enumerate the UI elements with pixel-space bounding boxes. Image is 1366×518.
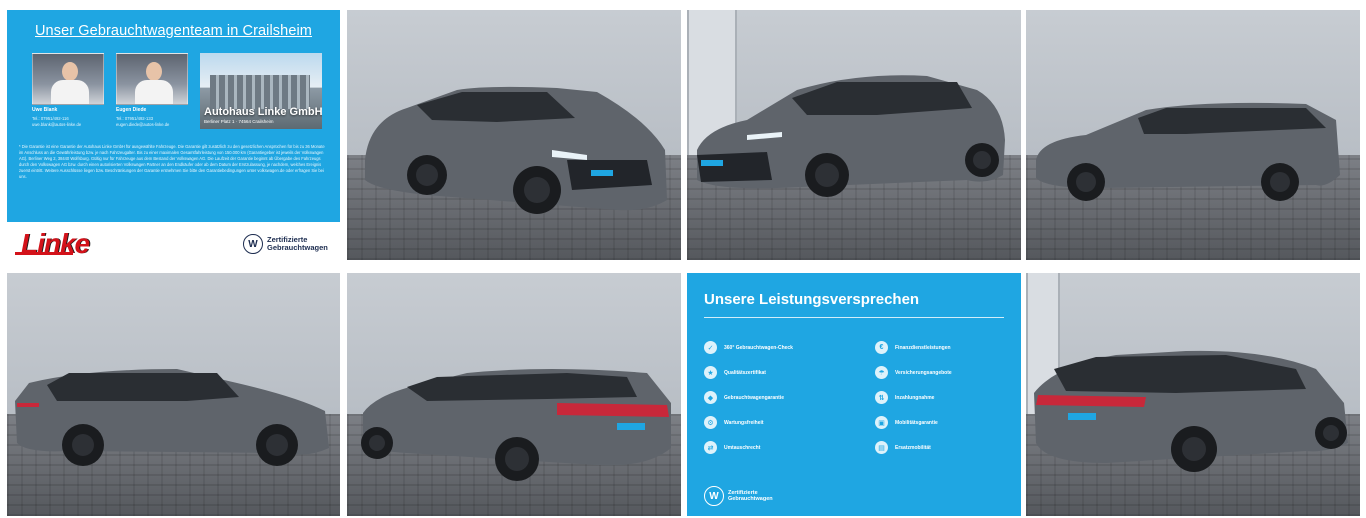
service-item: ★ Qualitätszertifikat <box>704 366 766 379</box>
car-image <box>15 369 329 466</box>
legal-text: * Die Garantie ist eine Garantie der Aut… <box>19 144 325 180</box>
dealer-address: Berliner Platz 1 · 74564 Crailsheim <box>204 119 274 124</box>
promises-heading: Unsere Leistungsversprechen <box>704 291 920 308</box>
person-name-2: Eugen Diede <box>116 107 147 113</box>
vw-logo-icon: W <box>704 486 724 506</box>
team-title: Unser Gebrauchtwagenteam in Crailsheim <box>34 23 312 39</box>
car-photo-side-right[interactable] <box>7 273 340 516</box>
service-item: ⚙ Wartungsfreiheit <box>704 416 764 429</box>
service-promises-tile[interactable]: Unsere Leistungsversprechen ✓ 360° Gebrau… <box>687 273 1021 516</box>
car-image <box>697 75 1005 197</box>
car-photo-front-right[interactable] <box>687 10 1021 260</box>
person-contact-1: Tel.: 07951/492-116 uwe.blank@autos-link… <box>32 116 82 127</box>
finance-icon: € <box>875 341 888 354</box>
mobility-icon: ▣ <box>875 416 888 429</box>
car-photo-rear-right[interactable] <box>1026 273 1360 516</box>
dealer-info-tile[interactable]: Unser Gebrauchtwagenteam in Crailsheim U… <box>7 10 340 260</box>
person-contact-2: Tel.: 07951/492-133 eugen.diede@autos-li… <box>116 116 170 127</box>
vw-certified-badge: W Zertifizierte Gebrauchtwagen <box>704 486 773 506</box>
service-item: ⇄ Umtauschrecht <box>704 441 760 454</box>
insurance-icon: ☂ <box>875 366 888 379</box>
service-item: ⇅ Inzahlungnahme <box>875 391 934 404</box>
car-image <box>361 369 671 481</box>
vw-logo-icon: W <box>243 234 263 254</box>
exchange-icon: ⇄ <box>704 441 717 454</box>
car-image <box>1034 350 1348 472</box>
vw-certified-badge: W Zertifizierte Gebrauchtwagen <box>243 234 328 254</box>
wrench-icon: ⚙ <box>704 416 717 429</box>
dealer-name: Autohaus Linke GmbH <box>204 106 322 118</box>
service-item: ✓ 360° Gebrauchtwagen-Check <box>704 341 793 354</box>
person-photo-2 <box>116 53 188 105</box>
linke-logo: Linke <box>15 228 90 260</box>
divider <box>704 317 1004 318</box>
person-name-1: Uwe Blank <box>32 107 58 113</box>
certificate-icon: ★ <box>704 366 717 379</box>
dealership-photo: Autohaus Linke GmbH Berliner Platz 1 · 7… <box>200 53 322 129</box>
car-image <box>1036 102 1340 201</box>
trade-in-icon: ⇅ <box>875 391 888 404</box>
car-photo-front-left[interactable] <box>347 10 681 260</box>
car-photo-side-left[interactable] <box>1026 10 1360 260</box>
service-item: ▣ Mobilitätsgarantie <box>875 416 938 429</box>
service-item: ▤ Ersatzmobilität <box>875 441 931 454</box>
car-image <box>365 86 667 214</box>
check-icon: ✓ <box>704 341 717 354</box>
replacement-car-icon: ▤ <box>875 441 888 454</box>
person-photo-1 <box>32 53 104 105</box>
shield-icon: ◆ <box>704 391 717 404</box>
service-item: € Finanzdienstleistungen <box>875 341 951 354</box>
service-item: ☂ Versicherungsangebote <box>875 366 952 379</box>
car-photo-rear-left[interactable] <box>347 273 681 516</box>
service-item: ◆ Gebrauchtwagengarantie <box>704 391 784 404</box>
